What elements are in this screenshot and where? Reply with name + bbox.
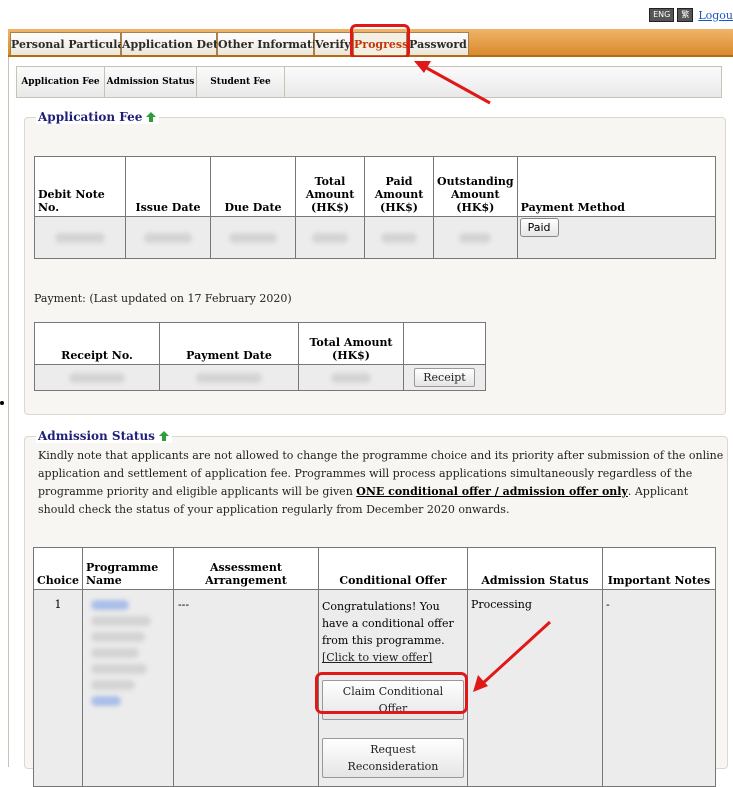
sub-tab-bar: Application Fee Admission Status Student…: [16, 66, 722, 98]
col-conditional-offer: Conditional Offer: [317, 547, 468, 590]
col-payment-date: Payment Date: [159, 322, 299, 365]
redacted-cell: [34, 216, 126, 259]
redacted-cell: [159, 364, 299, 391]
col-programme-name: Programme Name: [81, 547, 174, 590]
admission-note-emphasis: ONE conditional offer / admission offer …: [356, 485, 628, 498]
col-receipt-no: Receipt No.: [34, 322, 160, 365]
admission-status-table: Choice Programme Name Assessment Arrange…: [33, 547, 717, 787]
col-due-date: Due Date: [210, 156, 296, 217]
claim-offer-highlight: [315, 672, 468, 714]
arrow-up-icon[interactable]: [145, 111, 157, 123]
admission-status-title: Admission Status: [38, 429, 155, 443]
tab-personal-particulars[interactable]: Personal Particulars: [10, 32, 137, 55]
admission-status-cell: Processing: [466, 589, 603, 787]
receipt-table: Receipt No. Payment Date Total Amount (H…: [34, 322, 486, 391]
redacted-cell: [433, 216, 518, 259]
redacted-cell: [34, 364, 160, 391]
redacted-cell: [125, 216, 211, 259]
receipt-button[interactable]: Receipt: [414, 368, 475, 387]
programme-name-redacted[interactable]: [81, 589, 174, 787]
logout-link[interactable]: Logou: [698, 9, 733, 22]
col-important-notes: Important Notes: [601, 547, 717, 590]
admission-note: Kindly note that applicants are not allo…: [38, 447, 728, 519]
payment-updated-note: Payment: (Last updated on 17 February 20…: [34, 292, 292, 305]
tab-application-details[interactable]: Application Details: [121, 32, 240, 55]
subtab-student-fee[interactable]: Student Fee: [197, 67, 285, 97]
application-fee-table: Debit Note No. Issue Date Due Date Total…: [34, 156, 717, 259]
redacted-cell: [295, 216, 365, 259]
col-admission-status: Admission Status: [466, 547, 603, 590]
redacted-cell: [210, 216, 296, 259]
subtab-admission-status[interactable]: Admission Status: [105, 67, 197, 97]
col-assessment: Assessment Arrangement: [172, 547, 319, 590]
application-fee-title: Application Fee: [38, 110, 143, 124]
tab-verify[interactable]: Verify: [314, 32, 351, 55]
redacted-cell: [364, 216, 434, 259]
request-reconsideration-button[interactable]: Request Reconsideration: [321, 738, 464, 778]
tab-password[interactable]: Password: [407, 32, 469, 55]
lang-chinese-button[interactable]: 繁: [677, 8, 694, 22]
col-total-amount: Total Amount (HK$): [295, 156, 365, 217]
col-debit-note: Debit Note No.: [34, 156, 126, 217]
col-outstanding-amount: Outstanding Amount (HK$): [433, 156, 518, 217]
col-receipt-total: Total Amount (HK$): [298, 322, 404, 365]
col-receipt-action: [403, 322, 486, 365]
important-notes-cell: -: [601, 589, 717, 787]
offer-message: Congratulations! You have a conditional …: [321, 600, 454, 647]
col-choice: Choice: [33, 547, 83, 590]
assessment-cell: ---: [172, 589, 319, 787]
application-fee-heading: Application Fee: [36, 110, 160, 124]
bullet-dot: [0, 401, 4, 405]
table-row: Receipt: [34, 364, 486, 391]
tab-other-information[interactable]: Other Information: [217, 32, 332, 55]
col-issue-date: Issue Date: [125, 156, 211, 217]
table-row: Paid: [34, 216, 717, 259]
col-payment-method: Payment Method: [516, 156, 717, 217]
arrow-up-icon[interactable]: [158, 430, 170, 442]
col-paid-amount: Paid Amount (HK$): [364, 156, 434, 217]
lang-english-button[interactable]: ENG: [649, 8, 675, 22]
redacted-cell: [298, 364, 404, 391]
choice-cell: 1: [33, 589, 83, 787]
admission-status-heading: Admission Status: [36, 429, 172, 443]
progress-tab-highlight: [350, 24, 410, 59]
view-offer-link[interactable]: [Click to view offer]: [322, 651, 432, 664]
top-bar: ENG 繁 Logou: [649, 8, 733, 22]
paid-button[interactable]: Paid: [519, 218, 559, 237]
subtab-application-fee[interactable]: Application Fee: [17, 67, 105, 97]
